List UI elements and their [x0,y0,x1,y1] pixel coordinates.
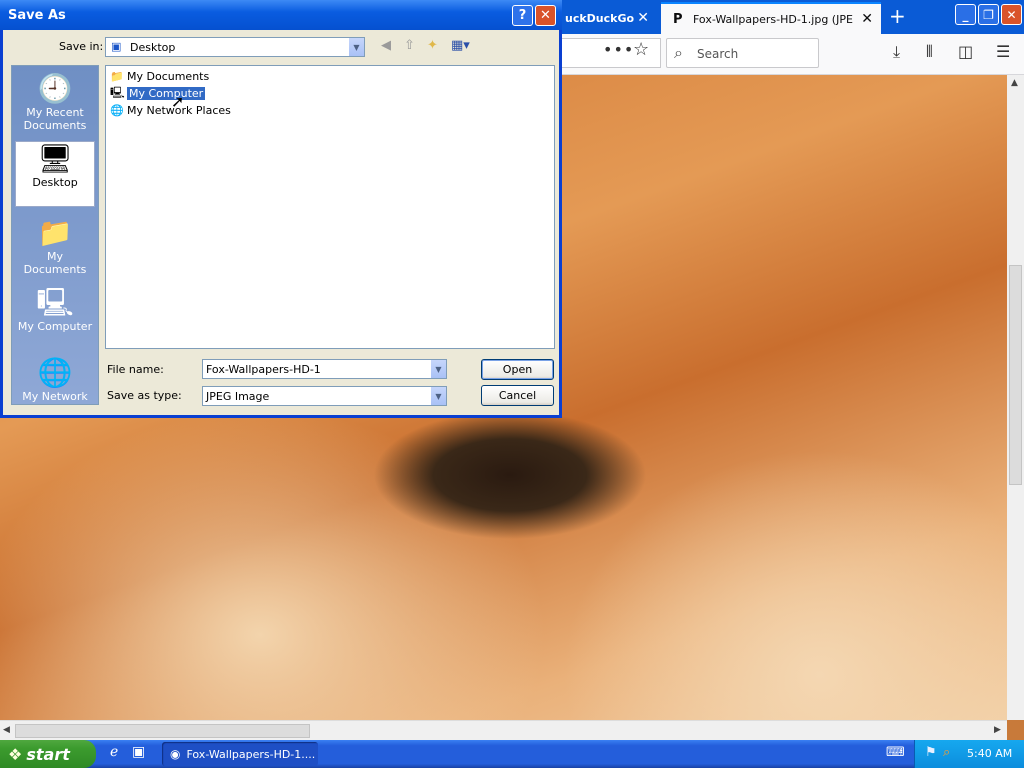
save-as-type-value: JPEG Image [206,390,270,403]
scroll-left-icon[interactable]: ◀ [3,725,10,735]
search-placeholder: Search [697,47,739,61]
scroll-thumb[interactable] [15,724,310,738]
folder-icon: 📁 [110,70,124,83]
library-icon[interactable]: ⫴ [926,42,933,62]
tab-label: uckDuckGo [565,11,635,25]
close-icon[interactable]: ✕ [861,11,873,27]
place-desktop[interactable]: 🖥 Desktop [15,141,95,207]
up-folder-icon[interactable]: ⇧ [404,38,415,53]
page-actions-icon[interactable]: ••• [603,40,634,59]
search-tray-icon[interactable]: ⌕ [943,745,950,760]
cancel-button[interactable]: Cancel [481,385,554,406]
place-label: My Documents [23,250,87,276]
search-icon: ⌕ [674,43,683,62]
minimize-button[interactable]: _ [955,4,976,25]
computer-icon: 🖳 [36,286,74,319]
scroll-up-icon[interactable]: ▲ [1011,78,1018,88]
show-desktop-icon[interactable]: ▣ [132,744,145,760]
save-as-type-label: Save as type: [107,389,182,402]
back-icon[interactable]: ◀ [381,38,391,53]
start-label: start [26,744,70,764]
sidebar-icon[interactable]: ◫ [958,42,973,61]
system-tray: ⚑ ⌕ 5:40 AM [914,740,1024,768]
file-name-field[interactable]: Fox-Wallpapers-HD-1 ▼ [202,359,447,379]
start-button[interactable]: ❖ start [0,740,96,768]
place-label: Desktop [32,176,78,189]
dialog-title-bar[interactable]: Save As ? ✕ [0,0,562,30]
taskbar: ❖ start ℯ ▣ ◉ Fox-Wallpapers-HD-1.... ⌨ … [0,740,1024,768]
place-my-computer[interactable]: 🖳 My Computer [14,286,96,333]
tab-fox-wallpaper[interactable]: P Fox-Wallpapers-HD-1.jpg (JPEG I ✕ [661,2,881,34]
folder-icon: 📁 [37,216,73,249]
computer-icon: 🖳 [110,86,125,99]
tab-label: Fox-Wallpapers-HD-1.jpg (JPEG I [693,12,853,26]
desktop-icon: ▣ [111,40,122,53]
clock: 5:40 AM [967,747,1013,760]
save-in-value: Desktop [130,41,176,54]
new-folder-icon[interactable]: ✦ [427,38,438,53]
list-item-label: My Documents [127,70,210,83]
place-label: My Recent Documents [23,106,87,132]
places-bar: 🕘 My Recent Documents 🖥 Desktop 📁 My Doc… [11,65,99,405]
bookmark-star-icon[interactable]: ☆ [633,39,649,60]
taskbar-item-label: Fox-Wallpapers-HD-1.... [186,747,316,761]
download-icon[interactable]: ⤓ [893,42,900,62]
place-my-recent-documents[interactable]: 🕘 My Recent Documents [14,72,96,132]
favicon-icon: P [673,12,683,27]
list-item[interactable]: 🖳 My Computer [110,86,206,101]
scroll-thumb[interactable] [1009,265,1022,485]
window-close-button[interactable]: ✕ [1001,4,1022,25]
open-button[interactable]: Open [481,359,554,380]
save-in-dropdown[interactable]: ▣ Desktop ▼ [105,37,365,57]
chevron-down-icon[interactable]: ▼ [430,360,446,378]
network-icon: 🌐 [110,104,124,117]
place-my-network[interactable]: 🌐 My Network [14,356,96,403]
file-name-label: File name: [107,363,164,376]
network-icon: 🌐 [37,356,73,389]
save-in-label: Save in: [59,40,104,53]
search-input[interactable]: ⌕ Search [666,38,819,68]
dialog-title: Save As [8,8,66,23]
scroll-right-icon[interactable]: ▶ [994,725,1001,735]
chevron-down-icon[interactable]: ▼ [348,38,364,56]
hamburger-menu-icon[interactable]: ☰ [996,42,1010,61]
desktop-icon: 🖥 [37,142,73,175]
network-tray-icon[interactable]: ⚑ [925,745,937,760]
vertical-scrollbar[interactable]: ▲ [1007,75,1024,720]
list-item-label: My Computer [127,87,206,100]
recent-documents-icon: 🕘 [37,72,73,105]
tab-duckduckgo[interactable]: uckDuckGo ✕ [555,2,661,34]
close-icon[interactable]: ✕ [637,10,649,26]
save-as-type-dropdown[interactable]: JPEG Image ▼ [202,386,447,406]
horizontal-scrollbar[interactable]: ◀ ▶ [0,720,1007,741]
browser-quicklaunch-icon[interactable]: ℯ [110,744,118,760]
windows-logo-icon: ❖ [8,744,23,764]
file-name-value: Fox-Wallpapers-HD-1 [206,363,321,376]
place-label: My Computer [17,320,93,333]
place-my-documents[interactable]: 📁 My Documents [14,216,96,276]
dialog-close-button[interactable]: ✕ [535,5,556,26]
new-tab-button[interactable]: + [889,4,906,28]
taskbar-item-firefox[interactable]: ◉ Fox-Wallpapers-HD-1.... [162,742,318,766]
views-menu-icon[interactable]: ▦▾ [451,38,470,53]
list-item[interactable]: 📁 My Documents [110,69,209,84]
help-button[interactable]: ? [512,5,533,26]
keyboard-icon[interactable]: ⌨ [886,745,905,760]
chevron-down-icon[interactable]: ▼ [430,387,446,405]
save-as-dialog: Save As ? ✕ Save in: ▣ Desktop ▼ ◀ ⇧ ✦ ▦… [0,0,562,418]
mouse-cursor-icon: ➚ [171,92,185,111]
firefox-icon: ◉ [170,747,181,761]
place-label: My Network [22,390,88,403]
maximize-button[interactable]: ❐ [978,4,999,25]
